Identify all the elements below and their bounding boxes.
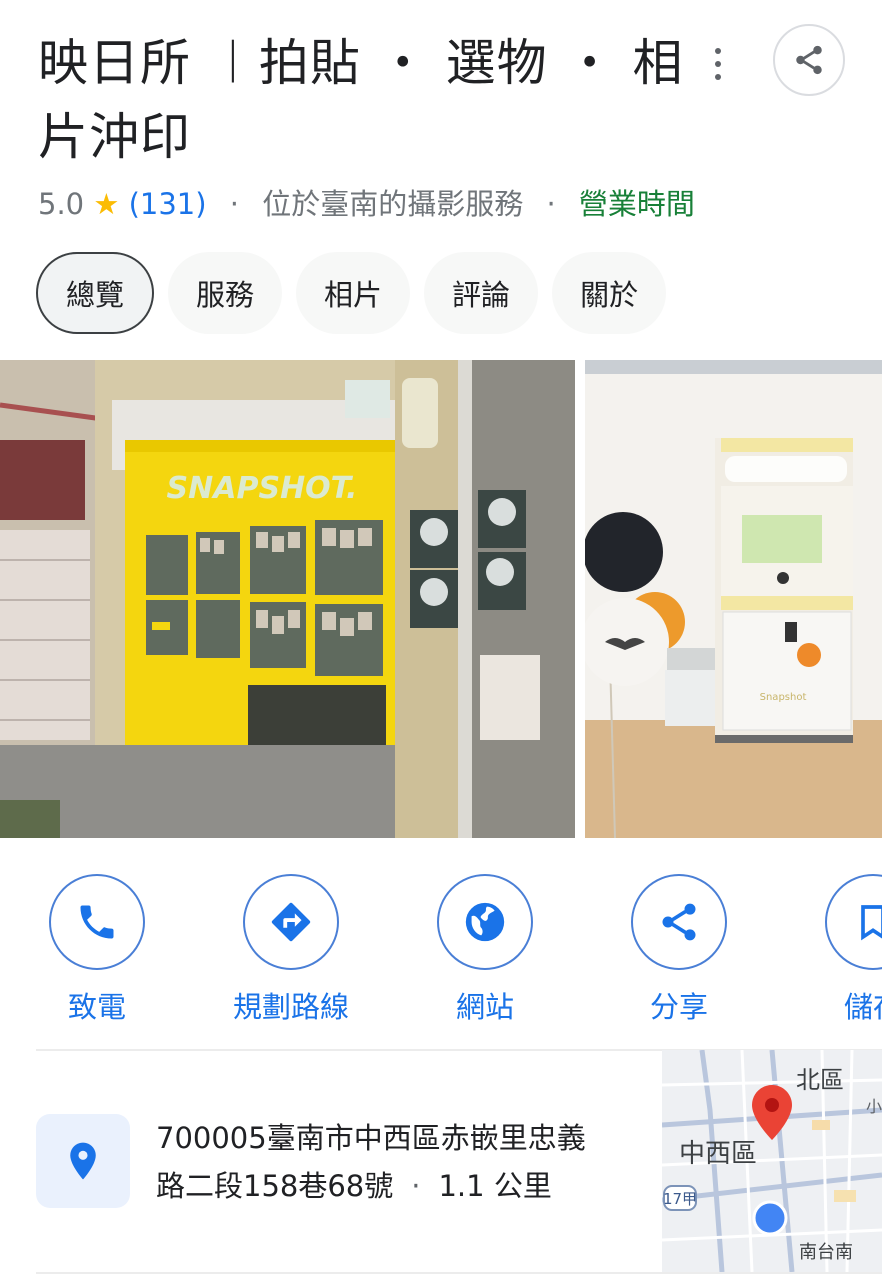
share-label: 分享 bbox=[649, 990, 708, 1024]
tab-reviews[interactable]: 評論 bbox=[424, 252, 539, 334]
address-text[interactable]: 700005臺南市中西區赤嵌里忠義 路二段158巷68號 · 1.1 公里 bbox=[156, 1114, 636, 1210]
mini-map[interactable]: 17甲 北區 中西區 南台南 小 bbox=[662, 1050, 882, 1272]
meta-separator: · bbox=[546, 187, 556, 221]
action-row: 致電 規劃路線 網站 分享 儲存 bbox=[0, 874, 882, 1034]
place-tabs: 總覽 服務 相片 評論 關於 bbox=[36, 252, 667, 334]
address-separator: · bbox=[411, 1169, 421, 1203]
map-road-badge: 17甲 bbox=[663, 1190, 697, 1208]
rating-value: 5.0 bbox=[38, 187, 85, 221]
booth-sign: Snapshot bbox=[760, 692, 807, 703]
star-icon: ★ bbox=[93, 187, 120, 221]
map-label-partial: 小 bbox=[866, 1097, 882, 1116]
phone-icon bbox=[80, 905, 114, 939]
share-button[interactable]: 分享 bbox=[589, 874, 769, 1026]
globe-icon bbox=[465, 902, 505, 942]
bookmark-icon bbox=[861, 905, 882, 941]
tab-photos[interactable]: 相片 bbox=[296, 252, 411, 334]
directions-button[interactable]: 規劃路線 bbox=[201, 874, 381, 1026]
divider bbox=[36, 1272, 882, 1274]
tab-overview[interactable]: 總覽 bbox=[36, 252, 155, 334]
address-line-1: 700005臺南市中西區赤嵌里忠義 bbox=[156, 1121, 586, 1155]
hours-link[interactable]: 營業時間 bbox=[579, 187, 695, 221]
more-options-button[interactable] bbox=[696, 40, 740, 88]
review-count-link[interactable]: (131) bbox=[129, 187, 207, 221]
call-label: 致電 bbox=[67, 990, 126, 1024]
storefront-sign: SNAPSHOT. bbox=[167, 471, 358, 506]
address-distance: 1.1 公里 bbox=[438, 1169, 552, 1203]
place-title-text: 映日所 ︱拍貼 ・ 選物 ・ 相片沖印 bbox=[38, 34, 684, 166]
directions-label: 規劃路線 bbox=[232, 990, 349, 1024]
address-icon-tile bbox=[36, 1114, 130, 1208]
website-label: 網站 bbox=[455, 990, 514, 1024]
more-vert-icon bbox=[715, 48, 721, 54]
map-label-south: 南台南 bbox=[799, 1242, 853, 1263]
share-icon bbox=[796, 45, 822, 75]
tab-services[interactable]: 服務 bbox=[168, 252, 283, 334]
save-label: 儲存 bbox=[843, 990, 882, 1024]
storefront-photo[interactable]: SNAPSHOT. bbox=[0, 360, 575, 838]
website-button[interactable]: 網站 bbox=[395, 874, 575, 1026]
photo-carousel[interactable]: SNAPSHOT. Snapshot bbox=[0, 360, 882, 838]
location-pin-icon bbox=[70, 1142, 96, 1180]
save-button[interactable]: 儲存 bbox=[783, 874, 882, 1026]
call-button[interactable]: 致電 bbox=[7, 874, 187, 1026]
meta-separator: · bbox=[229, 187, 239, 221]
booth-photo[interactable]: Snapshot bbox=[585, 360, 882, 838]
share-icon bbox=[662, 903, 696, 941]
place-meta: 5.0 ★ (131) · 位於臺南的攝影服務 · 營業時間 bbox=[38, 182, 695, 226]
header-share-button[interactable] bbox=[773, 24, 845, 96]
place-title: 映日所 ︱拍貼 ・ 選物 ・ 相片沖印 bbox=[38, 26, 698, 174]
address-line-2: 路二段158巷68號 bbox=[156, 1169, 394, 1203]
directions-icon bbox=[271, 902, 311, 942]
place-category: 位於臺南的攝影服務 bbox=[262, 187, 524, 221]
map-label-west-central: 中西區 bbox=[679, 1139, 757, 1169]
tab-about[interactable]: 關於 bbox=[552, 252, 667, 334]
map-label-north: 北區 bbox=[796, 1066, 844, 1094]
